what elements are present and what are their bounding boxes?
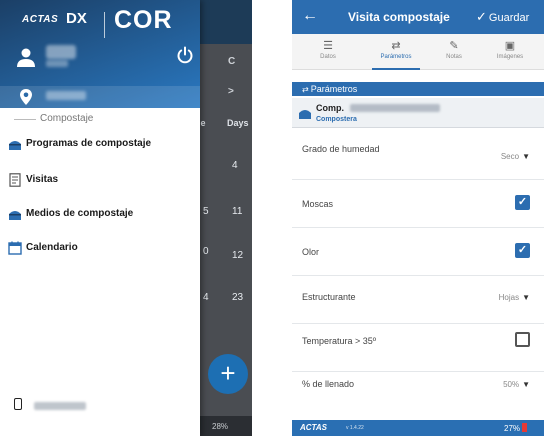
battery-indicator: 27% [504, 423, 528, 433]
dropdown-caret-icon: ▼ [522, 293, 530, 302]
tab-label: Notas [446, 54, 462, 60]
param-label: Grado de humedad [302, 144, 380, 154]
battery-icon [522, 423, 528, 432]
app-bar: ← Visita compostaje ✓ Guardar [292, 0, 544, 34]
section-label-compostaje: Compostaje [40, 113, 94, 124]
menu-item-label: Programas de compostaje [26, 138, 152, 149]
background-cell: 12 [232, 250, 244, 261]
save-button-label: Guardar [488, 12, 530, 24]
compost-bin-icon [299, 110, 311, 119]
param-moscas[interactable]: Moscas ✓ [292, 180, 544, 228]
navigation-drawer: ACTAS DX COR Compostaje Programas de com… [0, 0, 200, 436]
device-name-redacted [34, 402, 86, 410]
active-tab-indicator [372, 68, 420, 70]
background-cell: 4 [203, 292, 209, 303]
user-role-redacted [46, 60, 68, 67]
section-header: ⇄ Parámetros [292, 82, 544, 96]
location-name-redacted [46, 91, 86, 100]
compost-bin-icon [9, 141, 21, 150]
dropdown-caret-icon: ▼ [522, 152, 530, 161]
param-label: Estructurante [302, 292, 356, 302]
composter-info: Comp. Compostera [292, 98, 544, 128]
tab-datos[interactable]: ☰ Datos [302, 34, 354, 70]
param-temperatura[interactable]: Temperatura > 35º [292, 324, 544, 372]
parameters-icon: ⇄ [391, 40, 401, 52]
background-cell: 23 [232, 292, 244, 303]
background-cell: 0 [203, 246, 209, 257]
tab-imagenes[interactable]: ▣ Imágenes [484, 34, 536, 70]
add-fab-button[interactable]: + [208, 354, 248, 394]
brand-text: ACTAS [300, 423, 327, 432]
user-icon [17, 48, 35, 67]
section-title: Parámetros [310, 84, 358, 94]
background-cell: 5 [203, 206, 209, 217]
document-icon [9, 173, 21, 187]
list-icon: ☰ [323, 40, 333, 52]
calendar-icon [8, 241, 22, 255]
check-icon: ✓ [476, 9, 487, 24]
background-cell: 11 [232, 206, 243, 217]
parameters-icon: ⇄ [302, 85, 309, 94]
drawer-header: ACTAS DX COR [0, 0, 200, 108]
composter-type: Compostera [316, 116, 357, 123]
composter-name-redacted [350, 104, 440, 112]
tab-label: Datos [320, 54, 336, 60]
menu-item-label: Visitas [26, 174, 59, 185]
section-divider [14, 119, 36, 120]
param-label: Moscas [302, 199, 334, 209]
tab-bar: ☰ Datos ⇄ Parámetros ✎ Notas ▣ Imágenes [292, 34, 544, 70]
version-text: v 1.4.22 [346, 425, 364, 431]
background-cell: 4 [232, 160, 238, 171]
param-select[interactable]: Hojas ▼ [499, 293, 530, 302]
user-name-redacted [46, 45, 76, 59]
param-select[interactable]: 50% ▼ [503, 380, 530, 389]
save-button[interactable]: ✓ Guardar [476, 9, 529, 25]
tab-label: Imágenes [496, 54, 524, 60]
checkbox-unchecked[interactable] [515, 332, 530, 347]
composter-name-prefix: Comp. [316, 103, 344, 113]
left-phone-screen: C > de Days 5 0 4 4 11 12 23 + 28% ACTAS… [0, 0, 252, 436]
location-pin-icon [20, 89, 32, 105]
tab-notas[interactable]: ✎ Notas [428, 34, 480, 70]
menu-item-label: Calendario [26, 242, 78, 253]
param-grado-humedad[interactable]: Grado de humedad Seco ▼ [292, 130, 544, 180]
param-llenado[interactable]: % de llenado 50% ▼ [292, 372, 544, 420]
menu-item-visitas[interactable]: Visitas [0, 168, 200, 194]
param-estructurante[interactable]: Estructurante Hojas ▼ [292, 276, 544, 324]
menu-item-medios[interactable]: Medios de compostaje [0, 202, 200, 228]
status-bar: ACTAS v 1.4.22 27% [292, 420, 544, 436]
param-label: % de llenado [302, 379, 355, 389]
compost-bin-icon [9, 211, 21, 220]
phone-device-icon [14, 398, 22, 410]
tab-label: Parámetros [380, 54, 412, 60]
image-icon: ▣ [504, 40, 516, 52]
param-label: Olor [302, 247, 320, 257]
param-select[interactable]: Seco ▼ [501, 152, 530, 161]
menu-item-programas[interactable]: Programas de compostaje [0, 132, 200, 158]
power-icon[interactable] [176, 46, 194, 64]
right-phone-screen: ← Visita compostaje ✓ Guardar ☰ Datos ⇄ P… [292, 0, 544, 436]
checkbox-checked[interactable]: ✓ [515, 243, 530, 258]
back-arrow-icon[interactable]: ← [302, 8, 318, 24]
cor-logo: COR [114, 6, 173, 34]
actas-dx-logo: ACTAS DX [22, 8, 100, 34]
dropdown-caret-icon: ▼ [522, 380, 530, 389]
logo-divider [104, 12, 105, 38]
menu-item-label: Medios de compostaje [26, 208, 134, 219]
logo-actas-text: ACTAS [22, 14, 59, 25]
menu-item-calendario[interactable]: Calendario [0, 236, 200, 262]
logo-dx-text: DX [66, 10, 87, 27]
page-title: Visita compostaje [348, 10, 450, 24]
pencil-icon: ✎ [449, 40, 459, 52]
checkbox-checked[interactable]: ✓ [515, 195, 530, 210]
param-label: Temperatura > 35º [302, 336, 377, 346]
param-olor[interactable]: Olor ✓ [292, 228, 544, 276]
tab-parametros[interactable]: ⇄ Parámetros [370, 34, 422, 70]
